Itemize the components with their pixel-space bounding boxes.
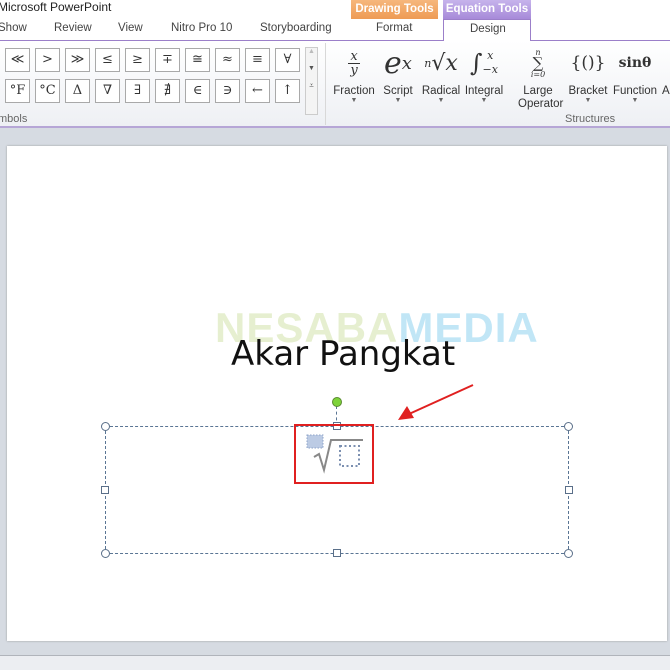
symbol-button[interactable]: ↑: [275, 79, 300, 103]
script-label: Script: [383, 85, 413, 97]
function-label: Function: [612, 85, 658, 97]
slide-title[interactable]: Akar Pangkat: [231, 334, 455, 374]
symbol-button[interactable]: ∀: [275, 48, 300, 72]
equation-tools-header: Equation Tools: [443, 0, 531, 19]
symbol-button[interactable]: ≫: [65, 48, 90, 72]
tab-design[interactable]: Design: [443, 19, 531, 42]
symbol-button[interactable]: ∓: [155, 48, 180, 72]
symbol-button[interactable]: >: [35, 48, 60, 72]
radical-label: Radical: [421, 85, 461, 97]
gallery-scrollbar[interactable]: ▲ ▼ ⩡: [305, 47, 318, 115]
window-title: Microsoft PowerPoint: [0, 0, 112, 14]
gallery-more-icon[interactable]: ⩡: [306, 81, 317, 91]
symbol-button[interactable]: ∃: [125, 79, 150, 103]
symbols-group-label: mbols: [0, 113, 28, 125]
resize-handle-e[interactable]: [565, 486, 573, 494]
fraction-label: Fraction: [333, 85, 375, 97]
radical-button[interactable]: n √x Radical ▼: [420, 41, 462, 105]
fraction-button[interactable]: x y Fraction ▼: [332, 41, 376, 105]
ribbon-tabs: Show Review View Nitro Pro 10 Storyboard…: [0, 18, 670, 42]
tab-slide-show[interactable]: Show: [0, 22, 27, 34]
tab-design-label: Design: [470, 23, 506, 35]
large-operator-label: Large Operator: [518, 85, 564, 110]
bracket-label: Bracket: [568, 85, 608, 97]
symbol-button[interactable]: ∄: [155, 79, 180, 103]
symbol-button[interactable]: ≤: [95, 48, 120, 72]
symbol-button[interactable]: ∋: [215, 79, 240, 103]
resize-handle-nw[interactable]: [101, 422, 110, 431]
tab-storyboarding[interactable]: Storyboarding: [260, 22, 332, 34]
ribbon: ≪ > ≫ ≤ ≥ ∓ ≅ ≈ ≡ ∀ °F °C Δ ∇ ∃ ∄ ∈ ∋ ← ↑ ▲ ▼ ⩡ mbols x y Fra…: [0, 41, 670, 128]
symbol-button[interactable]: ≈: [215, 48, 240, 72]
tab-review[interactable]: Review: [54, 22, 92, 34]
tab-nitro[interactable]: Nitro Pro 10: [171, 22, 232, 34]
symbol-button[interactable]: ≪: [5, 48, 30, 72]
symbol-button[interactable]: °C: [35, 79, 60, 103]
structures-group-label: Structures: [565, 113, 616, 125]
rotation-handle[interactable]: [332, 397, 342, 407]
bracket-button[interactable]: {()} Bracket ▼: [567, 41, 609, 104]
tab-view[interactable]: View: [118, 22, 143, 34]
slide[interactable]: NESABAMEDIA Akar Pangkat: [7, 146, 667, 641]
resize-handle-w[interactable]: [101, 486, 109, 494]
title-bar: Microsoft PowerPoint: [0, 0, 670, 18]
highlight-box: [294, 424, 374, 484]
accent-button[interactable]: A: [662, 41, 670, 97]
symbol-button[interactable]: ≥: [125, 48, 150, 72]
integral-label: Integral: [464, 85, 504, 97]
accent-label: A: [662, 85, 670, 97]
scroll-up-icon[interactable]: ▲: [306, 48, 317, 55]
drawing-tools-header: Drawing Tools: [351, 0, 438, 19]
resize-handle-s[interactable]: [333, 549, 341, 557]
group-divider: [325, 43, 326, 125]
symbol-button[interactable]: ∈: [185, 79, 210, 103]
symbol-button[interactable]: Δ: [65, 79, 90, 103]
script-button[interactable]: e x Script ▼: [380, 41, 416, 105]
status-bar: [0, 655, 670, 670]
function-button[interactable]: sinθ Function ▼: [611, 41, 659, 104]
symbol-button[interactable]: ≅: [185, 48, 210, 72]
resize-handle-se[interactable]: [564, 549, 573, 558]
symbol-button[interactable]: ∇: [95, 79, 120, 103]
symbol-button[interactable]: ≡: [245, 48, 270, 72]
arrow-annotation-icon: [398, 384, 474, 420]
scroll-down-icon[interactable]: ▼: [306, 65, 317, 72]
symbol-button[interactable]: ←: [245, 79, 270, 103]
symbol-button[interactable]: °F: [5, 79, 30, 103]
resize-handle-sw[interactable]: [101, 549, 110, 558]
resize-handle-ne[interactable]: [564, 422, 573, 431]
integral-button[interactable]: ∫ x −x Integral ▼: [463, 41, 505, 104]
tab-format[interactable]: Format: [376, 22, 412, 34]
large-operator-button[interactable]: n ∑ i=0 Large Operator: [510, 41, 566, 111]
